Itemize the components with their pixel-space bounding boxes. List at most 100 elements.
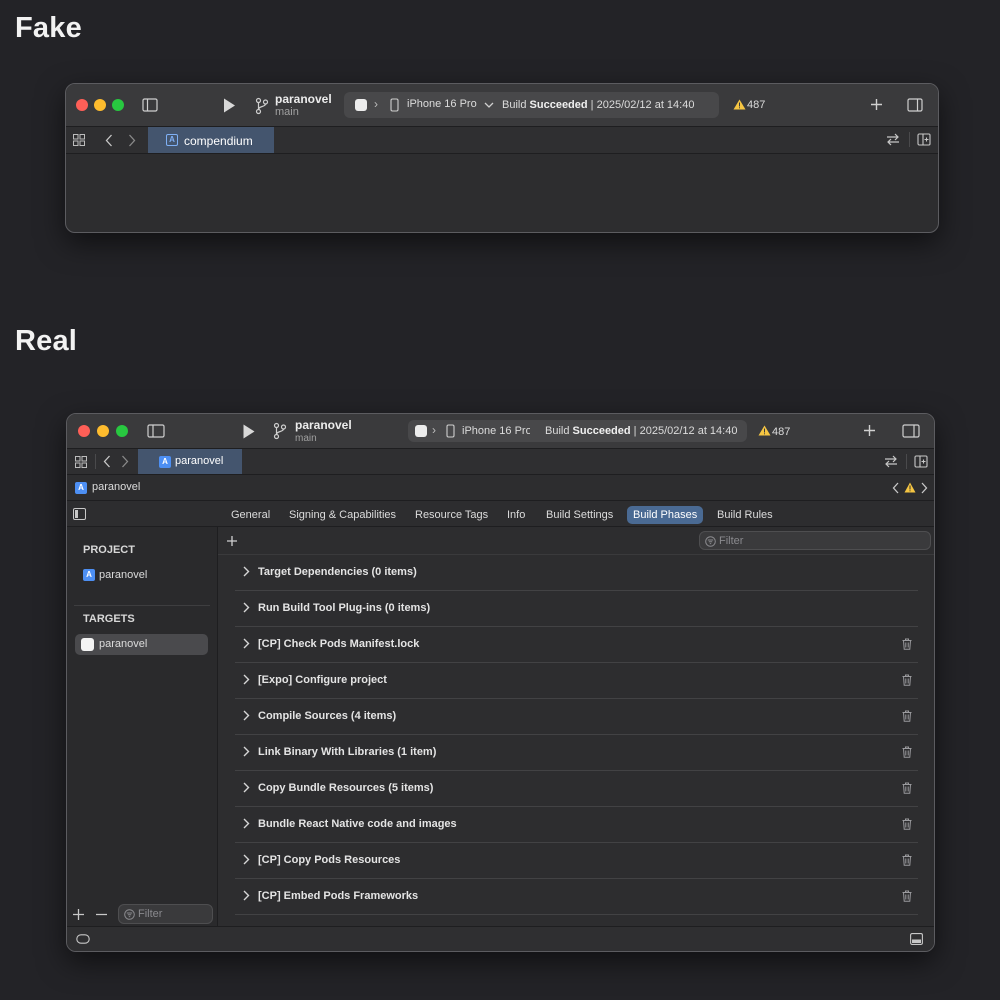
grid-icon[interactable]	[75, 456, 87, 468]
disclosure-chevron-icon[interactable]	[242, 854, 250, 865]
chevron-left-icon[interactable]	[892, 482, 900, 494]
grid-icon[interactable]	[73, 134, 85, 146]
build-phase-row[interactable]: [CP] Copy Pods Resources	[235, 843, 918, 879]
build-phase-row[interactable]: [Expo] Configure project	[235, 663, 918, 699]
file-tab-compendium[interactable]: A compendium	[148, 127, 274, 153]
chevron-right-icon[interactable]	[121, 455, 129, 468]
plus-icon[interactable]	[72, 908, 85, 921]
build-phase-row[interactable]: [CP] Embed Pods Frameworks	[235, 879, 918, 915]
trash-icon[interactable]	[902, 890, 912, 902]
build-phase-row[interactable]: Compile Sources (4 items)	[235, 699, 918, 735]
minimize-window-button[interactable]	[94, 99, 106, 111]
heading-real: Real	[15, 325, 78, 357]
file-tab-label: paranovel	[175, 455, 224, 467]
run-destination[interactable]: iPhone 16 Pro	[407, 98, 477, 110]
tab-build-settings[interactable]: Build Settings	[540, 506, 619, 524]
trash-icon[interactable]	[902, 854, 912, 866]
disclosure-chevron-icon[interactable]	[242, 638, 250, 649]
build-phase-label: [CP] Embed Pods Frameworks	[258, 890, 419, 902]
warning-count: 487	[772, 426, 791, 438]
file-tab-label: compendium	[184, 134, 253, 148]
toolbar: paranovel main › iPhone 16 Pro Build Suc…	[66, 84, 938, 127]
trash-icon[interactable]	[902, 782, 912, 794]
trash-icon[interactable]	[902, 638, 912, 650]
warning-count: 487	[747, 99, 766, 111]
play-icon[interactable]	[241, 423, 256, 440]
build-phases-filter-field[interactable]: Filter	[699, 531, 931, 550]
build-phase-label: [CP] Check Pods Manifest.lock	[258, 638, 420, 650]
build-phase-row[interactable]: Bundle React Native code and images	[235, 807, 918, 843]
chevron-left-icon[interactable]	[103, 455, 111, 468]
tab-resource-tags[interactable]: Resource Tags	[409, 506, 494, 524]
debug-area-toggle-icon[interactable]	[910, 933, 923, 945]
disclosure-chevron-icon[interactable]	[242, 674, 250, 685]
swap-icon[interactable]	[886, 133, 900, 146]
trash-icon[interactable]	[902, 674, 912, 686]
warning-icon[interactable]	[733, 99, 746, 110]
warning-icon[interactable]	[758, 425, 771, 436]
scheme-status-bar[interactable]: › iPhone 16 Pro Build Succeeded | 2025/0…	[344, 92, 719, 118]
disclosure-chevron-icon[interactable]	[242, 818, 250, 829]
minimize-window-button[interactable]	[97, 425, 109, 437]
disclosure-chevron-icon[interactable]	[242, 710, 250, 721]
warning-icon[interactable]	[904, 482, 916, 493]
trash-icon[interactable]	[902, 710, 912, 722]
tab-signing-capabilities[interactable]: Signing & Capabilities	[283, 506, 402, 524]
filter-icon	[124, 909, 135, 920]
add-editor-icon[interactable]	[914, 455, 928, 468]
chevron-left-icon[interactable]	[105, 134, 113, 147]
zoom-window-button[interactable]	[116, 425, 128, 437]
trash-icon[interactable]	[902, 818, 912, 830]
close-window-button[interactable]	[78, 425, 90, 437]
build-phases-panel: Filter Target Dependencies (0 items) Run …	[218, 527, 934, 926]
sidebar-toggle-icon[interactable]	[147, 423, 165, 439]
add-phase-icon[interactable]	[226, 535, 238, 547]
run-destination[interactable]: iPhone 16 Pro	[462, 425, 530, 437]
disclosure-chevron-icon[interactable]	[242, 890, 250, 901]
tab-build-rules[interactable]: Build Rules	[711, 506, 779, 524]
add-editor-icon[interactable]	[917, 133, 931, 146]
sidebar-item-project[interactable]: paranovel	[99, 569, 147, 581]
disclosure-chevron-icon[interactable]	[242, 746, 250, 757]
project-title: paranovel	[295, 418, 352, 432]
app-target-icon: A	[159, 456, 171, 468]
app-target-icon: A	[166, 134, 178, 146]
plus-icon[interactable]	[870, 98, 883, 111]
sidebar-filter-field[interactable]: Filter	[118, 904, 213, 924]
tab-general[interactable]: General	[225, 506, 276, 524]
build-phase-row[interactable]: Target Dependencies (0 items)	[235, 555, 918, 591]
project-editor-tabs: General Signing & Capabilities Resource …	[67, 501, 934, 527]
plus-icon[interactable]	[863, 424, 876, 437]
build-phase-label: Link Binary With Libraries (1 item)	[258, 746, 437, 758]
build-phase-label: Compile Sources (4 items)	[258, 710, 397, 722]
close-window-button[interactable]	[76, 99, 88, 111]
build-phase-row[interactable]: Copy Bundle Resources (5 items)	[235, 771, 918, 807]
debug-area-pill-icon[interactable]	[76, 934, 90, 944]
chevron-right-icon[interactable]	[920, 482, 928, 494]
trash-icon[interactable]	[902, 746, 912, 758]
swap-icon[interactable]	[884, 455, 898, 468]
file-tab-paranovel[interactable]: A paranovel	[138, 449, 242, 474]
toolbar-divider	[909, 132, 910, 147]
outline-toggle-icon[interactable]	[73, 508, 86, 520]
minus-icon[interactable]	[95, 908, 108, 921]
disclosure-chevron-icon[interactable]	[242, 602, 250, 613]
scheme-status-bar[interactable]: › iPhone 16 Pro Build Succeeded | 2025/0…	[408, 420, 747, 442]
build-phase-row[interactable]: Run Build Tool Plug-ins (0 items)	[235, 591, 918, 627]
play-icon[interactable]	[221, 97, 237, 114]
breadcrumb[interactable]: paranovel	[92, 481, 140, 493]
chevron-right-icon[interactable]	[128, 134, 136, 147]
project-section-heading: PROJECT	[83, 544, 135, 556]
disclosure-chevron-icon[interactable]	[242, 782, 250, 793]
zoom-window-button[interactable]	[112, 99, 124, 111]
disclosure-chevron-icon[interactable]	[242, 566, 250, 577]
build-phase-row[interactable]: [CP] Check Pods Manifest.lock	[235, 627, 918, 663]
inspector-toggle-icon[interactable]	[907, 97, 923, 113]
sidebar-item-target[interactable]: paranovel	[75, 634, 208, 655]
tab-info[interactable]: Info	[501, 506, 531, 524]
inspector-toggle-icon[interactable]	[902, 423, 920, 439]
build-phase-row[interactable]: Link Binary With Libraries (1 item)	[235, 735, 918, 771]
tab-build-phases[interactable]: Build Phases	[627, 506, 704, 524]
chevron-down-icon[interactable]	[484, 102, 494, 109]
sidebar-toggle-icon[interactable]	[142, 97, 158, 113]
